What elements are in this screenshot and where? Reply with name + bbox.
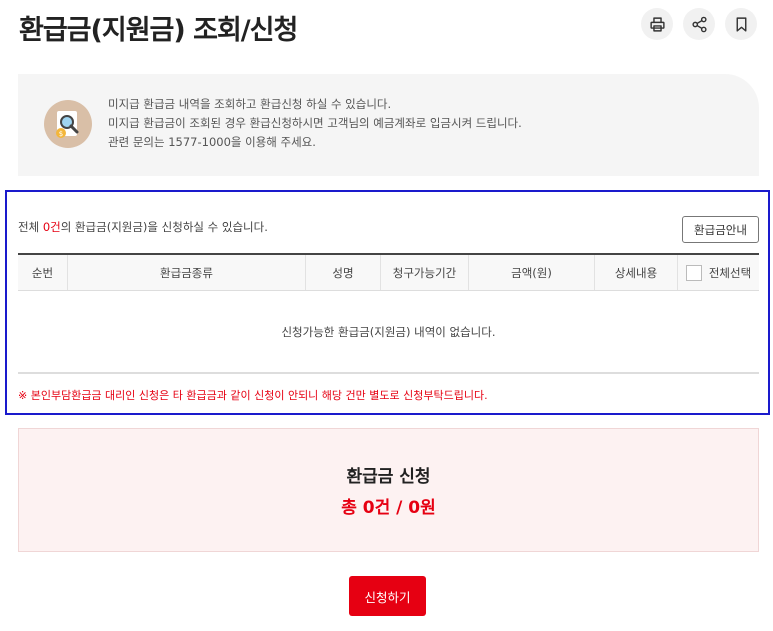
refund-summary: 전체 0건의 환급금(지원금)을 신청하실 수 있습니다. [18, 219, 268, 235]
select-all-toggle[interactable]: 전체선택 [678, 255, 759, 290]
submit-application-button[interactable]: 신청하기 [349, 576, 426, 616]
select-all-checkbox[interactable] [685, 264, 702, 281]
info-description: 미지급 환급금 내역을 조회하고 환급신청 하실 수 있습니다. 미지급 환급금… [108, 95, 522, 152]
summary-suffix: 의 환급금(지원금)을 신청하실 수 있습니다. [60, 220, 268, 234]
apply-total: 총 0건 / 0원 [341, 498, 436, 518]
magnifier-document-icon: $ [44, 100, 92, 148]
page-title: 환급금(지원금) 조회/신청 [19, 15, 298, 46]
share-button[interactable] [683, 8, 715, 40]
info-box: $ 미지급 환급금 내역을 조회하고 환급신청 하실 수 있습니다. 미지급 환… [18, 74, 759, 176]
svg-text:$: $ [59, 130, 63, 138]
bookmark-button[interactable] [725, 8, 757, 40]
table-header: 순번 환급금종류 성명 청구가능기간 금액(원) 상세내용 전체선택 [18, 253, 759, 291]
summary-count: 0건 [42, 220, 61, 234]
column-header-number: 순번 [18, 255, 68, 290]
info-line: 관련 문의는 1577-1000을 이용해 주세요. [108, 135, 316, 149]
apply-title: 환급금 신청 [346, 467, 431, 487]
proxy-notice: ※ 본인부담환급금 대리인 신청은 타 환급금과 같이 신청이 안되니 해당 건… [18, 389, 488, 402]
empty-table-message: 신청가능한 환급금(지원금) 내역이 없습니다. [18, 291, 759, 374]
page-toolbar [641, 8, 757, 40]
refund-guide-button[interactable]: 환급금안내 [682, 216, 759, 243]
print-button[interactable] [641, 8, 673, 40]
column-header-details: 상세내용 [595, 255, 678, 290]
info-line: 미지급 환급금 내역을 조회하고 환급신청 하실 수 있습니다. [108, 97, 392, 111]
print-icon [649, 16, 665, 32]
column-header-refund-type: 환급금종류 [68, 255, 306, 290]
refund-list-panel: 전체 0건의 환급금(지원금)을 신청하실 수 있습니다. 환급금안내 순번 환… [5, 190, 770, 415]
column-header-name: 성명 [306, 255, 381, 290]
bookmark-icon [736, 16, 746, 32]
summary-prefix: 전체 [18, 220, 43, 234]
apply-summary-box: 환급금 신청 총 0건 / 0원 [18, 428, 759, 552]
share-icon [691, 16, 707, 32]
column-header-claim-period: 청구가능기간 [381, 255, 469, 290]
select-all-label: 전체선택 [708, 265, 752, 280]
info-line: 미지급 환급금이 조회된 경우 환급신청하시면 고객님의 예금계좌로 입금시켜 … [108, 116, 522, 130]
column-header-amount: 금액(원) [469, 255, 595, 290]
